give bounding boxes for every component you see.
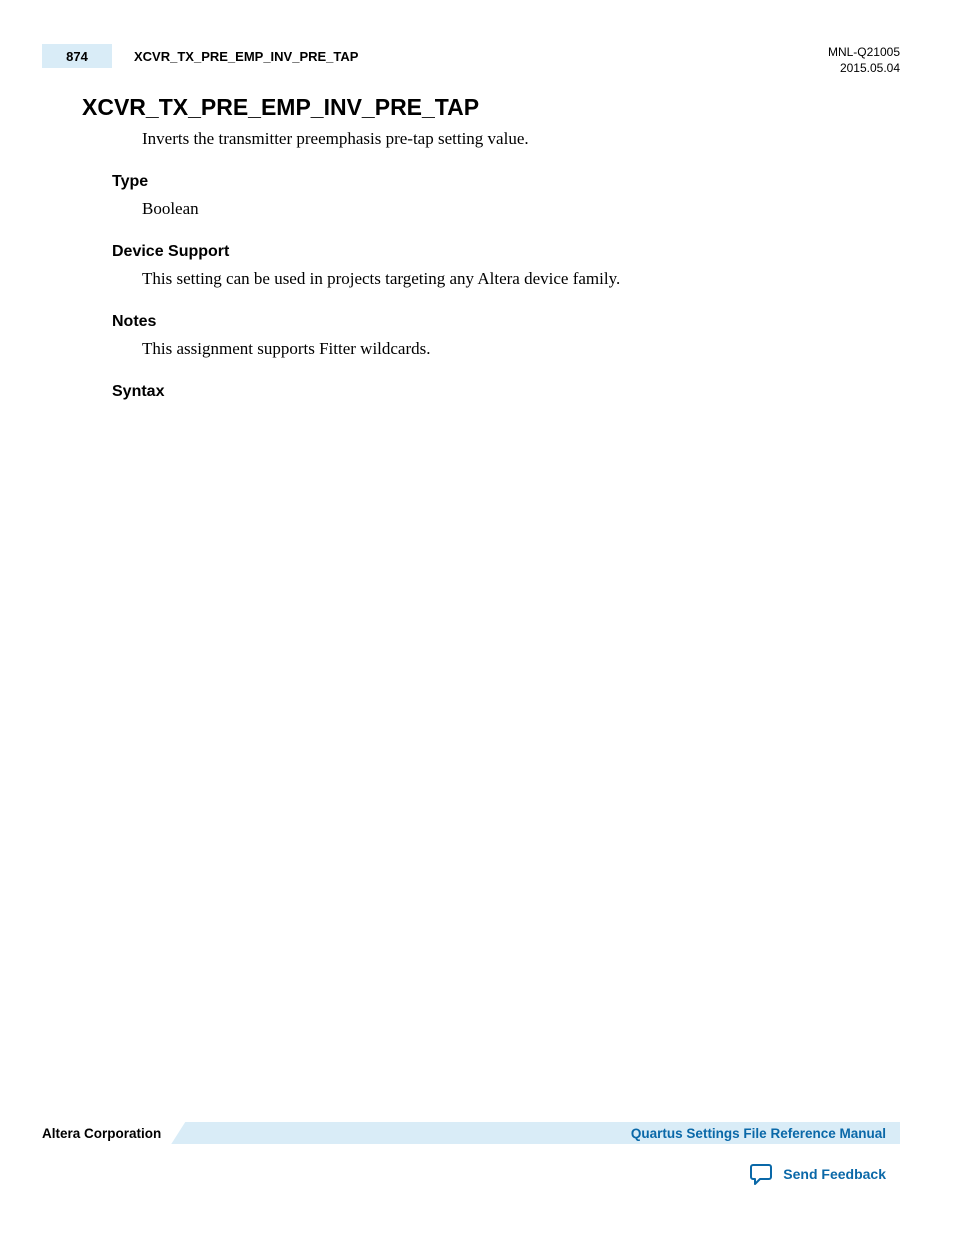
page-description: Inverts the transmitter preemphasis pre-… <box>142 127 900 151</box>
footer-company: Altera Corporation <box>42 1126 171 1141</box>
header-left: 874 XCVR_TX_PRE_EMP_INV_PRE_TAP <box>42 44 358 68</box>
section-body-type: Boolean <box>142 197 900 221</box>
section-body-device-support: This setting can be used in projects tar… <box>142 267 900 291</box>
page-number: 874 <box>66 49 88 64</box>
footer-ribbon: Quartus Settings File Reference Manual <box>171 1122 900 1144</box>
footer-bar: Altera Corporation Quartus Settings File… <box>42 1121 900 1145</box>
section-body-notes: This assignment supports Fitter wildcard… <box>142 337 900 361</box>
page-title: XCVR_TX_PRE_EMP_INV_PRE_TAP <box>82 94 900 121</box>
doc-date: 2015.05.04 <box>828 60 900 76</box>
send-feedback-link[interactable]: Send Feedback <box>783 1166 886 1182</box>
header-right: MNL-Q21005 2015.05.04 <box>828 44 900 76</box>
page-header: 874 XCVR_TX_PRE_EMP_INV_PRE_TAP MNL-Q210… <box>42 44 900 76</box>
speech-bubble-icon <box>749 1163 773 1185</box>
feedback-row: Send Feedback <box>42 1163 900 1185</box>
page-number-badge: 874 <box>42 44 112 68</box>
section-heading-device-support: Device Support <box>112 243 900 261</box>
running-head-title: XCVR_TX_PRE_EMP_INV_PRE_TAP <box>134 49 358 64</box>
section-heading-type: Type <box>112 173 900 191</box>
page-footer: Altera Corporation Quartus Settings File… <box>42 1121 900 1185</box>
section-heading-syntax: Syntax <box>112 383 900 401</box>
document-page: 874 XCVR_TX_PRE_EMP_INV_PRE_TAP MNL-Q210… <box>0 0 954 1235</box>
doc-id: MNL-Q21005 <box>828 44 900 60</box>
manual-link[interactable]: Quartus Settings File Reference Manual <box>631 1126 886 1141</box>
section-heading-notes: Notes <box>112 313 900 331</box>
